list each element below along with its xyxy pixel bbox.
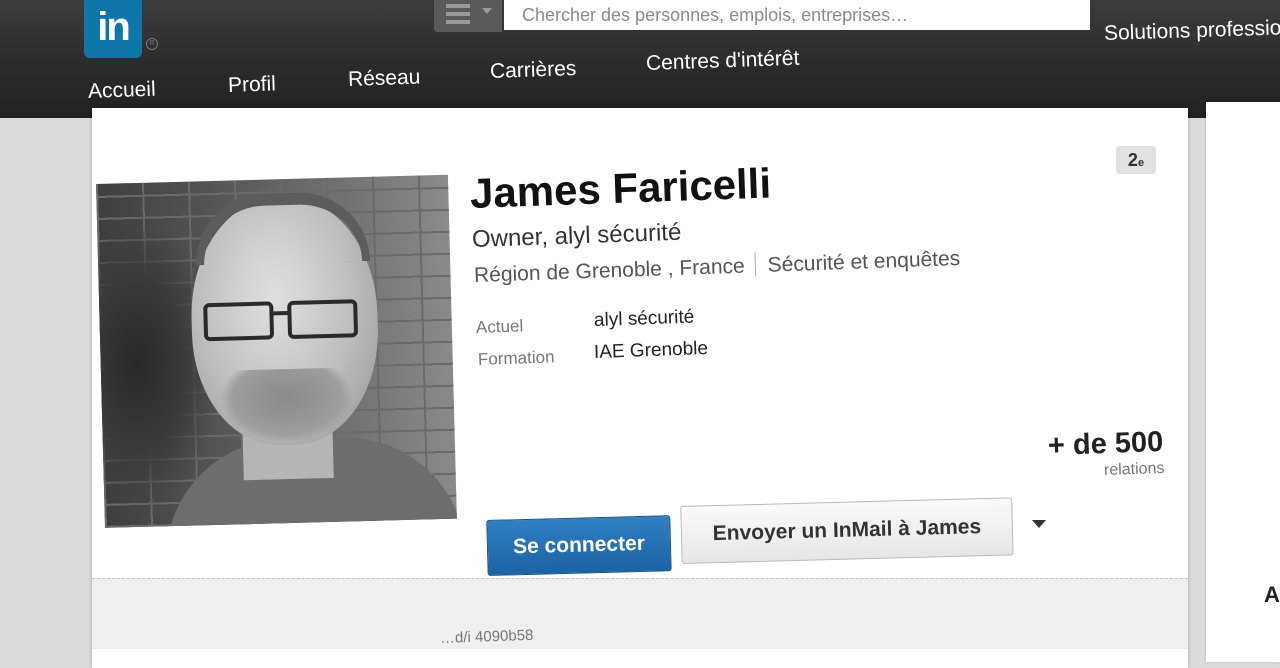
- photo-beard: [220, 367, 353, 443]
- connections-count: + de 500: [1047, 425, 1164, 462]
- profile-photo[interactable]: [96, 174, 457, 528]
- chevron-down-icon: [482, 8, 492, 14]
- photo-hair: [194, 190, 371, 266]
- photo-glasses-bridge: [273, 310, 290, 316]
- send-inmail-button[interactable]: Envoyer un InMail à James: [680, 497, 1014, 564]
- more-actions-button[interactable]: [1028, 512, 1054, 536]
- profile-footer-text: …d/i 4090b58: [439, 626, 534, 647]
- degree-number: 2: [1127, 150, 1138, 170]
- search-input[interactable]: [504, 0, 1090, 30]
- nav-item-carrieres[interactable]: Carrières: [490, 57, 577, 84]
- search-category-dropdown[interactable]: [434, 0, 502, 32]
- separator: [754, 252, 757, 277]
- photo-glasses-right: [287, 299, 359, 340]
- top-navigation-bar: in R Solutions professionnelles Accueil …: [0, 0, 1280, 118]
- list-icon: [446, 4, 470, 28]
- chevron-down-icon: [1032, 520, 1046, 528]
- photo-glasses-left: [203, 301, 275, 342]
- nav-item-reseau[interactable]: Réseau: [348, 65, 421, 92]
- nav-item-profil[interactable]: Profil: [228, 72, 277, 98]
- connect-button[interactable]: Se connecter: [486, 515, 672, 576]
- connection-degree-badge: 2e: [1116, 146, 1156, 174]
- degree-suffix: e: [1137, 157, 1145, 169]
- nav-item-accueil[interactable]: Accueil: [88, 78, 156, 104]
- education-value[interactable]: IAE Grenoble: [594, 338, 709, 364]
- registered-mark-icon: R: [146, 38, 158, 50]
- linkedin-logo[interactable]: in: [84, 0, 142, 58]
- solutions-link[interactable]: Solutions professionnelles: [1104, 14, 1280, 46]
- nav-item-centres-interet[interactable]: Centres d'intérêt: [646, 47, 800, 76]
- connections-label: relations: [1103, 459, 1165, 479]
- right-sidebar: [1206, 102, 1280, 662]
- current-label: Actuel: [475, 316, 524, 337]
- profile-card-footer: [92, 578, 1188, 649]
- education-label: Formation: [477, 347, 555, 369]
- current-value[interactable]: alyl sécurité: [594, 307, 695, 332]
- sidebar-partial-text: A: [1264, 582, 1280, 607]
